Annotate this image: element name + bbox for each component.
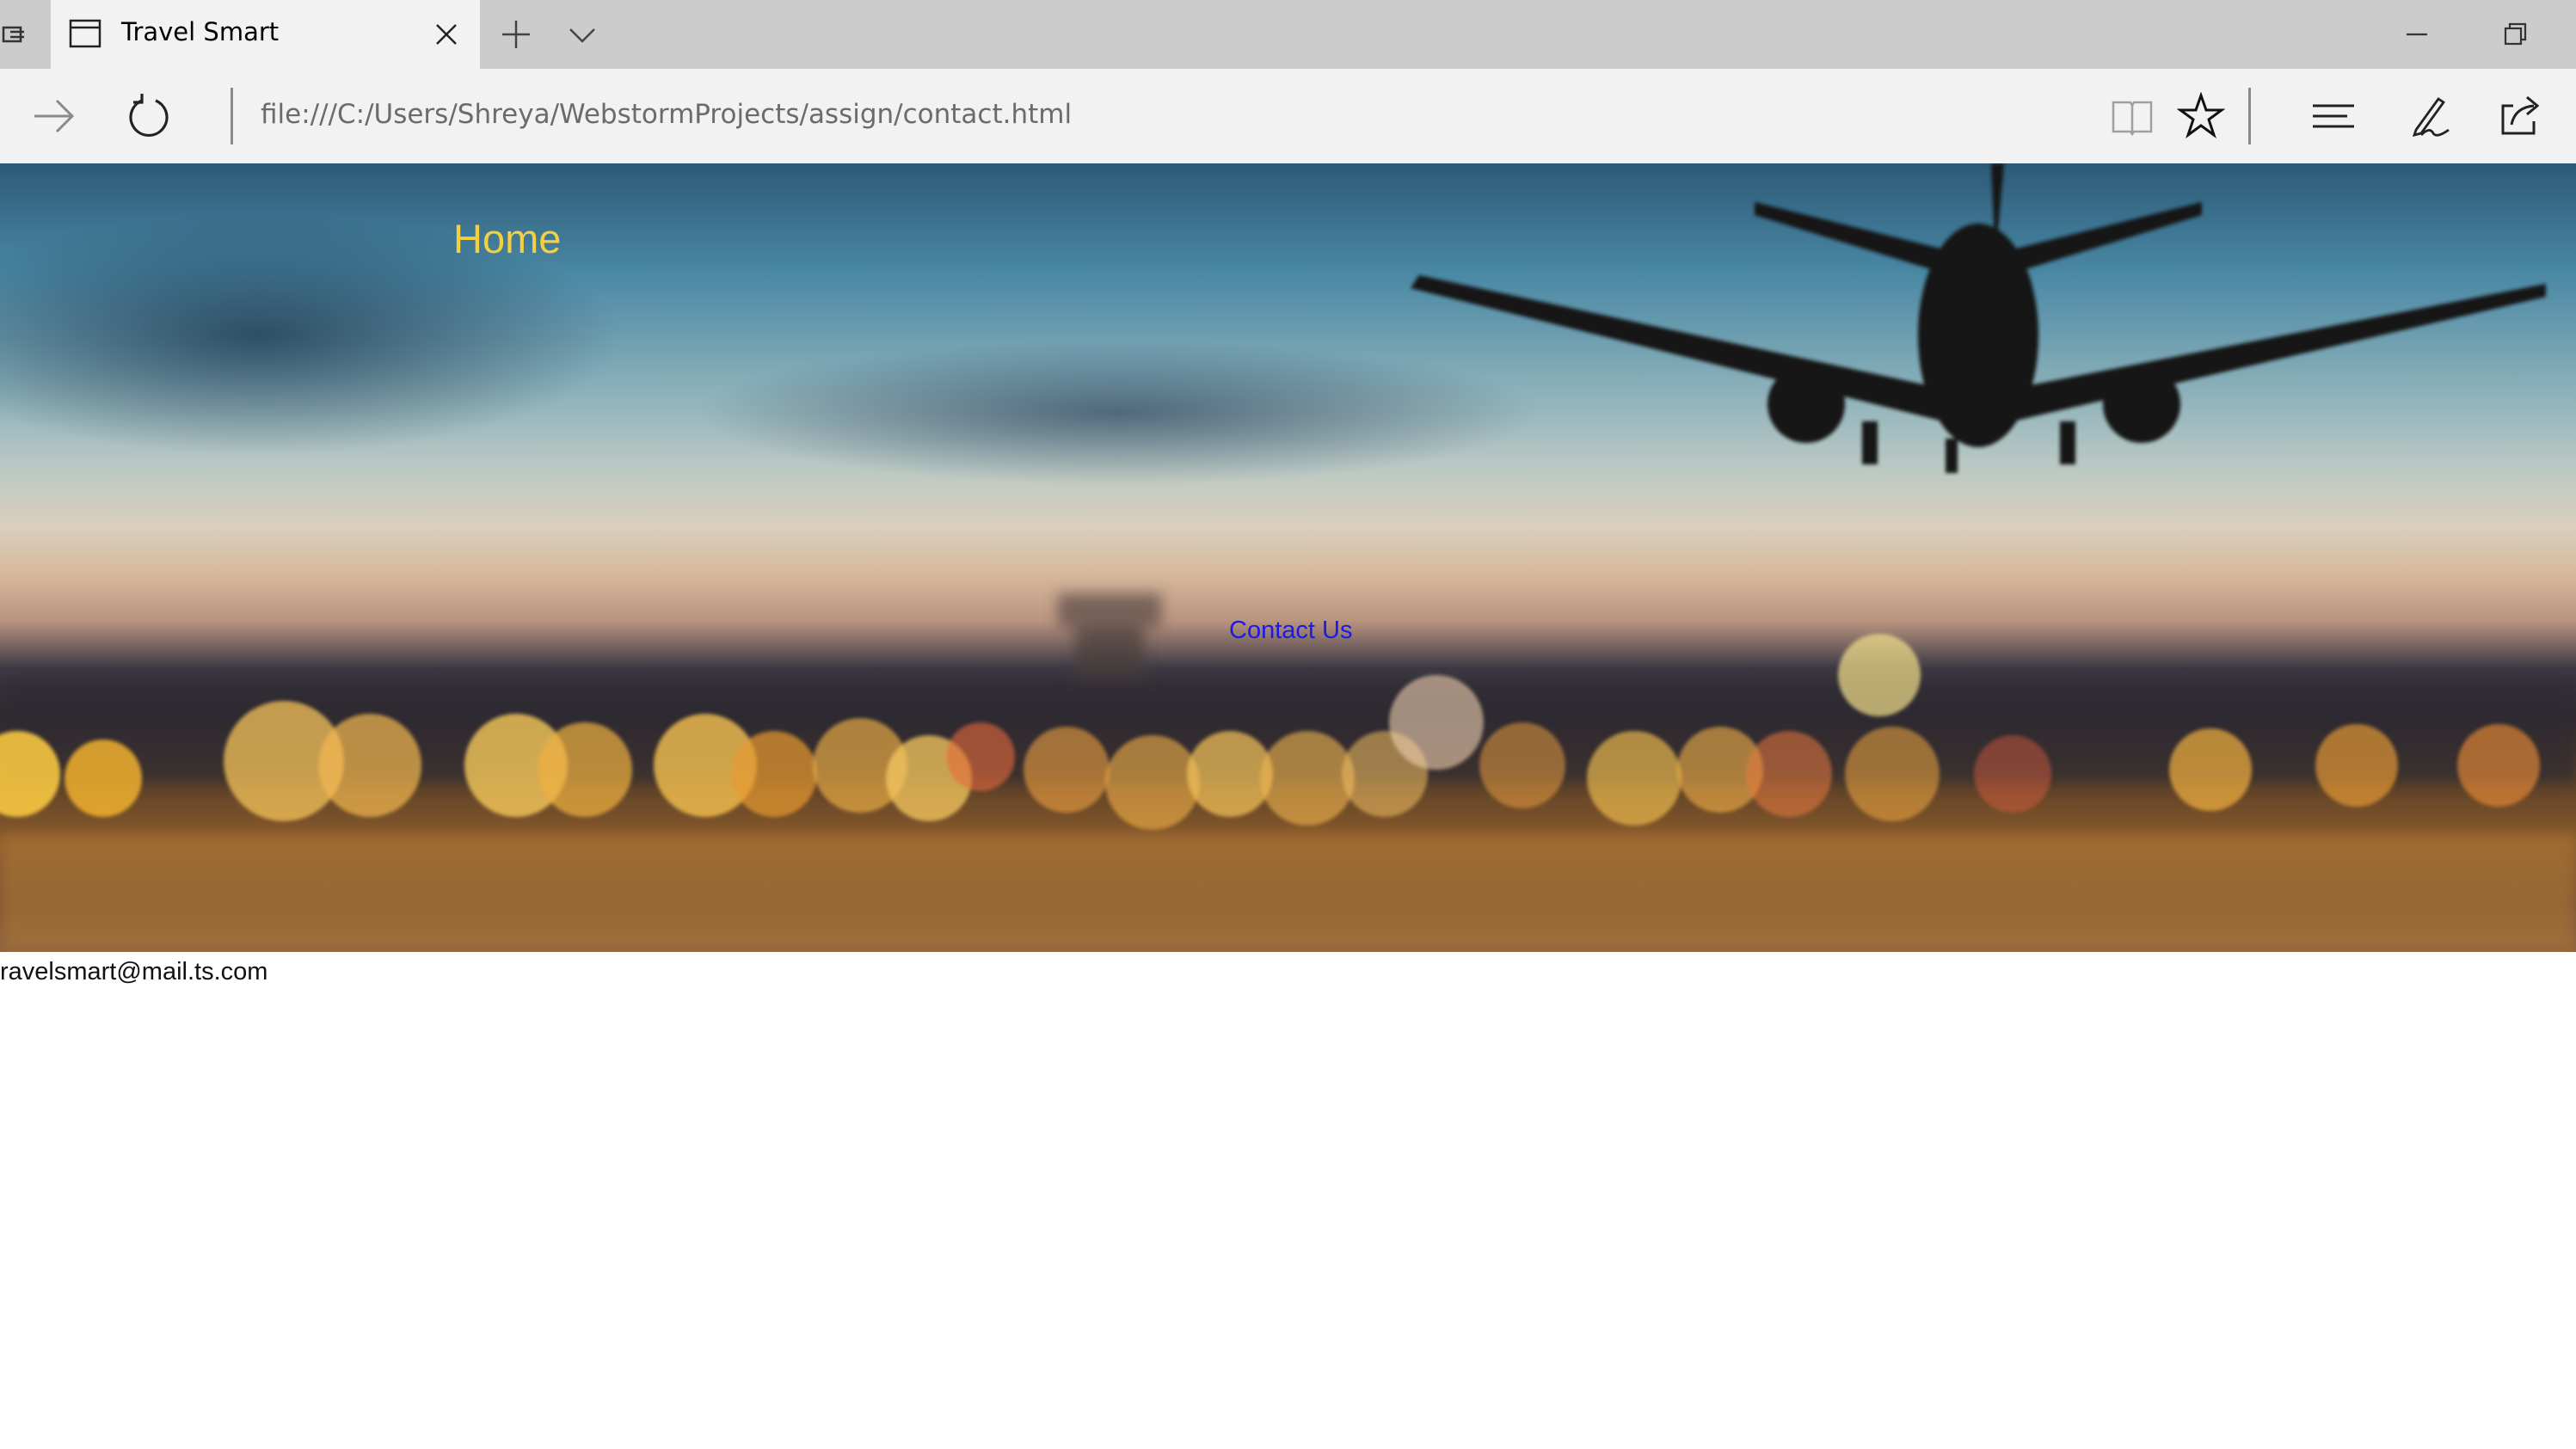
minimize-icon[interactable] [2400, 17, 2434, 52]
tab-title: Travel Smart [121, 17, 280, 46]
airplane-bokeh-image [0, 163, 2576, 952]
share-icon[interactable] [2496, 92, 2544, 140]
address-divider [231, 88, 233, 144]
browser-tab[interactable]: Travel Smart [51, 0, 480, 69]
refresh-icon[interactable] [125, 92, 173, 140]
tab-strip: Travel Smart [0, 0, 2576, 69]
tab-list-icon[interactable] [0, 17, 34, 52]
close-icon[interactable] [432, 20, 461, 49]
plus-icon[interactable] [499, 17, 533, 52]
browser-toolbar: file:///C:/Users/Shreya/WebstormProjects… [0, 69, 2576, 163]
page-icon [69, 19, 101, 48]
toolbar-divider [2248, 88, 2251, 144]
forward-arrow-icon[interactable] [29, 92, 77, 140]
hub-icon[interactable] [2309, 92, 2358, 140]
pen-icon[interactable] [2404, 92, 2452, 140]
chevron-down-icon[interactable] [565, 19, 599, 50]
book-icon[interactable] [2108, 92, 2156, 140]
hero-banner: Home Contact Us [0, 163, 2576, 952]
restore-icon[interactable] [2498, 17, 2532, 52]
nav-home-link[interactable]: Home [453, 215, 561, 262]
nav-contact-link[interactable]: Contact Us [1229, 617, 1352, 645]
address-bar[interactable]: file:///C:/Users/Shreya/WebstormProjects… [261, 99, 1072, 130]
star-icon[interactable] [2176, 91, 2226, 140]
contact-email: ravelsmart@mail.ts.com [0, 958, 268, 985]
